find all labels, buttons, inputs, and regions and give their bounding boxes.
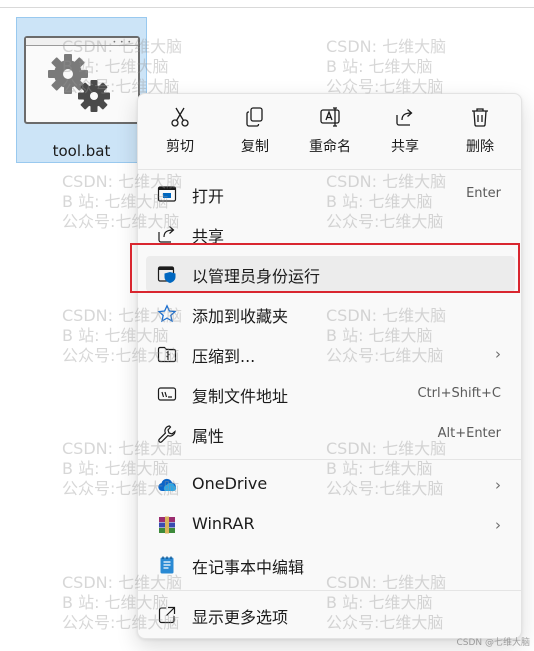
chevron-right-icon: › — [495, 476, 501, 494]
scissors-icon — [171, 107, 189, 127]
credit-text: CSDN @七维大脑 — [456, 638, 530, 648]
file-name: tool.bat — [52, 142, 111, 160]
share-label: 共享 — [391, 139, 419, 155]
highlight-box — [130, 243, 520, 293]
rename-label: 重命名 — [309, 139, 351, 155]
open-icon — [157, 186, 177, 202]
copy-path-icon — [157, 387, 177, 401]
more-options-icon — [158, 606, 176, 624]
menu-item-label: 在记事本中编辑 — [192, 558, 305, 577]
share-button[interactable]: 共享 — [375, 106, 435, 162]
delete-label: 删除 — [466, 139, 494, 155]
chevron-right-icon: › — [495, 516, 501, 534]
star-icon — [157, 304, 177, 323]
winrar-icon — [159, 516, 175, 534]
copy-label: 复制 — [241, 139, 269, 155]
context-menu: 剪切 复制 重命名 共享 删除 打开 Enter 共享 以管理员身份运行 添加到… — [137, 93, 522, 639]
menu-item-edit-in-notepad[interactable]: 在记事本中编辑 — [146, 547, 515, 583]
menu-item-compress-to[interactable]: 压缩到... › — [146, 336, 515, 372]
cut-label: 剪切 — [166, 139, 194, 155]
menu-item-label: 显示更多选项 — [192, 608, 289, 627]
top-divider — [0, 7, 534, 8]
shortcut-text: Ctrl+Shift+C — [417, 386, 501, 401]
menu-item-add-to-favorites[interactable]: 添加到收藏夹 — [146, 296, 515, 332]
rename-icon — [320, 107, 340, 127]
shortcut-text: Alt+Enter — [437, 426, 501, 441]
menu-separator — [138, 459, 521, 460]
menu-item-label: 打开 — [192, 187, 225, 206]
menu-item-label: 压缩到... — [192, 347, 256, 366]
onedrive-cloud-icon — [158, 478, 177, 491]
zip-folder-icon — [157, 346, 177, 363]
batch-file-icon: • • • — [24, 36, 140, 124]
share-icon — [158, 226, 175, 243]
menu-item-winrar[interactable]: WinRAR › — [146, 507, 515, 543]
menu-item-label: WinRAR — [192, 514, 255, 533]
menu-separator — [138, 169, 521, 170]
menu-item-onedrive[interactable]: OneDrive › — [146, 467, 515, 503]
menu-item-open[interactable]: 打开 Enter — [146, 176, 515, 212]
quick-actions-bar: 剪切 复制 重命名 共享 删除 — [138, 94, 521, 169]
cut-button[interactable]: 剪切 — [150, 106, 210, 162]
notepad-icon — [160, 556, 174, 574]
shortcut-text: Enter — [466, 186, 501, 201]
menu-item-label: 添加到收藏夹 — [192, 307, 289, 326]
copy-icon — [246, 107, 263, 127]
copy-button[interactable]: 复制 — [225, 106, 285, 162]
menu-item-label: OneDrive — [192, 474, 268, 493]
menu-item-show-more-options[interactable]: 显示更多选项 — [146, 597, 515, 633]
wrench-icon — [158, 425, 176, 443]
menu-item-copy-path[interactable]: 复制文件地址 Ctrl+Shift+C — [146, 376, 515, 412]
trash-icon — [472, 108, 488, 127]
chevron-right-icon: › — [495, 345, 501, 363]
menu-item-label: 属性 — [192, 427, 225, 446]
menu-item-label: 复制文件地址 — [192, 387, 289, 406]
file-item[interactable]: • • • tool.bat — [16, 17, 147, 163]
watermark: CSDN: 七维大脑 B 站: 七维大脑 公众号:七维大脑 — [326, 37, 447, 96]
share-icon — [396, 109, 413, 126]
delete-button[interactable]: 删除 — [450, 106, 510, 162]
menu-separator — [138, 590, 521, 591]
rename-button[interactable]: 重命名 — [300, 106, 360, 162]
menu-item-properties[interactable]: 属性 Alt+Enter — [146, 416, 515, 452]
